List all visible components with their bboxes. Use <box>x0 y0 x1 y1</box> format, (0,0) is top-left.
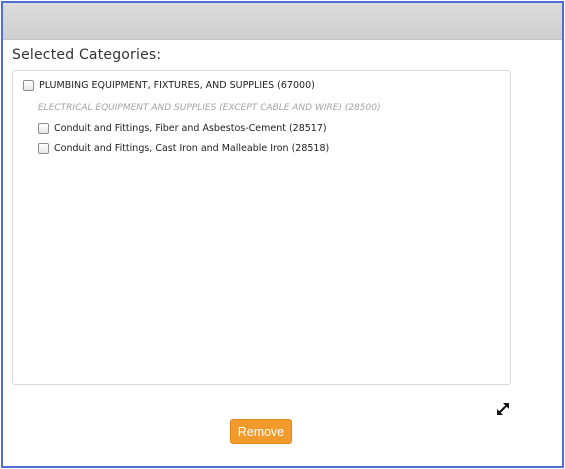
list-item-label: Conduit and Fittings, Cast Iron and Mall… <box>54 143 330 154</box>
dialog-header-bar <box>3 3 562 40</box>
checkbox-plumbing[interactable] <box>23 80 34 91</box>
list-item-label: PLUMBING EQUIPMENT, FIXTURES, AND SUPPLI… <box>39 80 315 91</box>
expand-arrows-icon[interactable] <box>494 400 512 418</box>
list-item-plumbing[interactable]: PLUMBING EQUIPMENT, FIXTURES, AND SUPPLI… <box>23 80 315 91</box>
remove-button[interactable]: Remove <box>230 419 292 444</box>
list-item-cast-iron[interactable]: Conduit and Fittings, Cast Iron and Mall… <box>38 143 329 154</box>
checkbox-fiber-asbestos[interactable] <box>38 123 49 134</box>
section-title: Selected Categories: <box>12 47 162 63</box>
selected-categories-list[interactable]: PLUMBING EQUIPMENT, FIXTURES, AND SUPPLI… <box>12 70 511 385</box>
list-item-label: Conduit and Fittings, Fiber and Asbestos… <box>54 123 327 134</box>
list-item-fiber-asbestos[interactable]: Conduit and Fittings, Fiber and Asbestos… <box>38 123 327 134</box>
checkbox-cast-iron[interactable] <box>38 143 49 154</box>
group-label-electrical: ELECTRICAL EQUIPMENT AND SUPPLIES (EXCEP… <box>38 103 381 113</box>
dialog-frame: Selected Categories: PLUMBING EQUIPMENT,… <box>1 1 564 468</box>
